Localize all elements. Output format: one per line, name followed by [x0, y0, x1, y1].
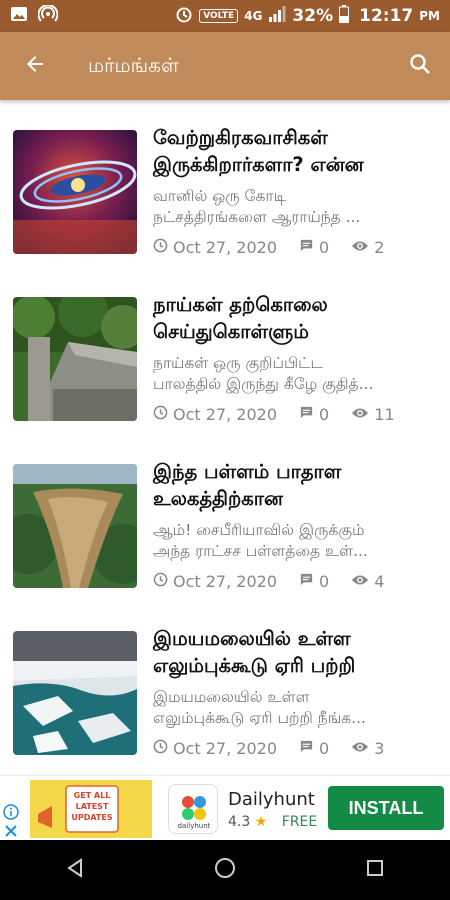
clock-icon	[153, 405, 168, 424]
app-bar: மர்மங்கள்	[0, 32, 450, 100]
article-excerpt: நாய்கள் ஒரு குறிப்பிட்ட பாலத்தில் இருந்த…	[153, 353, 438, 395]
article-date: Oct 27, 2020	[173, 238, 277, 257]
article-title[interactable]: இமயமலையில் உள்ள எலும்புக்கூடு ஏரி பற்றி	[153, 625, 438, 679]
ad-rating: 4.3 ★ FREE	[228, 814, 317, 830]
status-bar: VOLTE 4G 32% 12:17 PM	[0, 0, 450, 32]
signal-icon	[268, 5, 286, 27]
ad-price: FREE	[281, 814, 318, 830]
excerpt-line: நட்சத்திரங்களை ஆராய்ந்த ...	[153, 208, 361, 226]
clock-icon	[153, 739, 168, 758]
network-type: 4G	[244, 9, 263, 23]
ad-banner[interactable]: GET ALL LATEST UPDATES dailyhunt Dailyhu…	[0, 775, 450, 840]
image-notification-icon	[10, 6, 28, 26]
ad-banner-image[interactable]: GET ALL LATEST UPDATES	[30, 780, 152, 838]
page-title: மர்மங்கள்	[88, 52, 179, 77]
comment-icon	[299, 572, 314, 591]
article-meta: Oct 27, 2020 0 2	[153, 238, 384, 257]
search-icon	[408, 52, 432, 80]
triangle-back-icon	[66, 858, 84, 882]
battery-icon	[339, 4, 350, 28]
eye-icon	[351, 238, 369, 257]
article-title[interactable]: வேற்றுகிரகவாசிகள் இருக்கிறார்களா? என்ன	[153, 124, 438, 178]
article-item[interactable]: இமயமலையில் உள்ள எலும்புக்கூடு ஏரி பற்றி …	[0, 601, 450, 758]
article-title[interactable]: நாய்கள் தற்கொலை செய்துகொள்ளும்	[153, 291, 438, 345]
article-thumbnail	[13, 464, 137, 588]
article-thumbnail	[13, 130, 137, 254]
comment-count: 0	[319, 739, 330, 758]
nav-recents-button[interactable]	[345, 840, 405, 900]
article-item[interactable]: நாய்கள் தற்கொலை செய்துகொள்ளும் நாய்கள் ஒ…	[0, 267, 450, 424]
eye-icon	[351, 405, 369, 424]
comment-count: 0	[319, 238, 330, 257]
install-button[interactable]: INSTALL	[328, 786, 444, 830]
back-button[interactable]	[0, 32, 70, 100]
comment-count: 0	[319, 405, 330, 424]
hotspot-icon	[37, 4, 59, 27]
ad-choices[interactable]	[3, 804, 19, 840]
app-icon-caption: dailyhunt	[177, 822, 211, 830]
star-icon: ★	[254, 814, 268, 830]
eye-icon	[351, 739, 369, 758]
dailyhunt-app-icon[interactable]: dailyhunt	[168, 784, 218, 834]
article-meta: Oct 27, 2020 0 11	[153, 405, 395, 424]
article-excerpt: வானில் ஒரு கோடி நட்சத்திரங்களை ஆராய்ந்த …	[153, 186, 438, 228]
excerpt-line: இமயமலையில் உள்ள	[153, 688, 310, 706]
clock-time: 12:17	[359, 6, 414, 26]
view-count: 4	[374, 572, 385, 591]
battery-percent: 32%	[292, 6, 334, 26]
view-count: 2	[374, 238, 385, 257]
article-title[interactable]: இந்த பள்ளம் பாதாள உலகத்திற்கான	[153, 458, 438, 512]
nav-home-button[interactable]	[195, 840, 255, 900]
comment-icon	[299, 238, 314, 257]
nav-back-button[interactable]	[45, 840, 105, 900]
article-thumbnail	[13, 631, 137, 755]
ad-banner-text: GET ALL LATEST UPDATES	[71, 791, 113, 822]
ad-app-name[interactable]: Dailyhunt	[228, 789, 315, 810]
excerpt-line: நாய்கள் ஒரு குறிப்பிட்ட	[153, 354, 323, 372]
arrow-left-icon	[23, 52, 47, 80]
search-button[interactable]	[390, 32, 450, 100]
article-meta: Oct 27, 2020 0 4	[153, 572, 384, 591]
system-nav-bar	[0, 840, 450, 900]
article-date: Oct 27, 2020	[173, 739, 277, 758]
excerpt-line: பாலத்தில் இருந்து கீழே குதித்...	[153, 375, 374, 393]
article-item[interactable]: வேற்றுகிரகவாசிகள் இருக்கிறார்களா? என்ன வ…	[0, 100, 450, 257]
view-count: 3	[374, 739, 385, 758]
clock-ampm: PM	[419, 9, 440, 23]
rating-value: 4.3	[228, 814, 251, 830]
square-recents-icon	[366, 859, 384, 881]
info-icon	[3, 804, 19, 824]
circle-home-icon	[214, 857, 236, 883]
comment-count: 0	[319, 572, 330, 591]
comment-icon	[299, 405, 314, 424]
excerpt-line: ஆம்! சைபீரியாவில் இருக்கும்	[153, 521, 365, 539]
excerpt-line: வானில் ஒரு கோடி	[153, 187, 286, 205]
article-date: Oct 27, 2020	[173, 405, 277, 424]
article-item[interactable]: இந்த பள்ளம் பாதாள உலகத்திற்கான ஆம்! சைபீ…	[0, 434, 450, 591]
article-meta: Oct 27, 2020 0 3	[153, 739, 384, 758]
article-thumbnail	[13, 297, 137, 421]
comment-icon	[299, 739, 314, 758]
clock-icon	[153, 572, 168, 591]
alarm-icon	[175, 5, 193, 28]
excerpt-line: எலும்புக்கூடு ஏரி பற்றி நீங்க...	[153, 709, 366, 727]
article-excerpt: ஆம்! சைபீரியாவில் இருக்கும் அந்த ராட்சச …	[153, 520, 438, 562]
volte-badge: VOLTE	[199, 9, 239, 23]
view-count: 11	[374, 405, 395, 424]
article-excerpt: இமயமலையில் உள்ள எலும்புக்கூடு ஏரி பற்றி …	[153, 687, 438, 729]
eye-icon	[351, 572, 369, 591]
clock-icon	[153, 238, 168, 257]
excerpt-line: அந்த ராட்சச பள்ளத்தை உள்...	[153, 542, 368, 560]
article-date: Oct 27, 2020	[173, 572, 277, 591]
